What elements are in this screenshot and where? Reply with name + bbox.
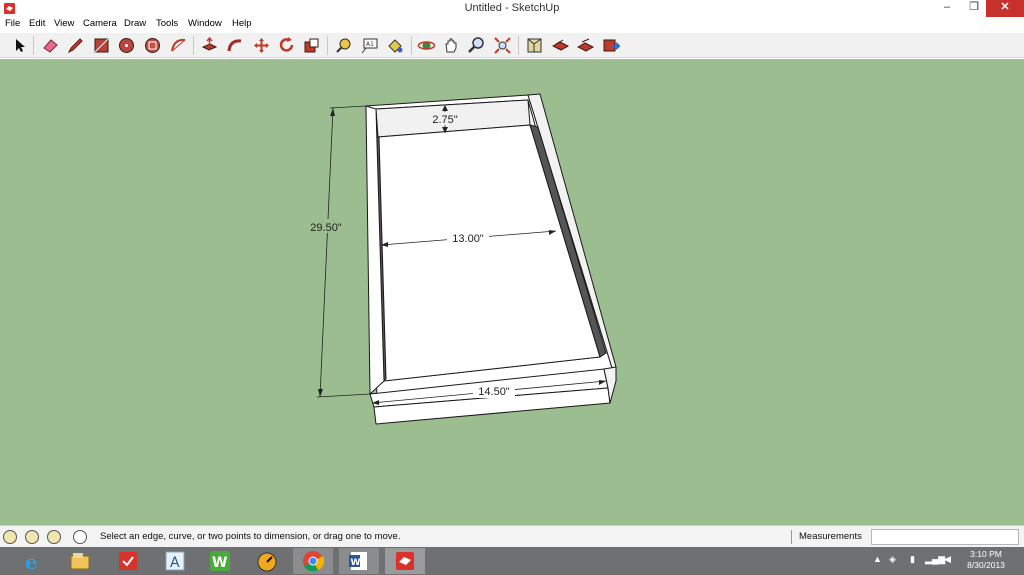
- measurements-input[interactable]: [871, 529, 1019, 545]
- svg-text:W: W: [212, 555, 227, 571]
- components-icon[interactable]: [525, 36, 544, 55]
- chrome-icon[interactable]: [293, 548, 333, 574]
- tray-app-icon[interactable]: ◈: [889, 554, 896, 565]
- toolbar-separator: [193, 36, 194, 55]
- rectangle-icon[interactable]: [92, 36, 111, 55]
- toolbar-separator: [411, 36, 412, 55]
- menu-view[interactable]: View: [54, 18, 74, 29]
- signal-icon[interactable]: ▂▄▆: [925, 554, 945, 565]
- help-icon[interactable]: [73, 530, 87, 544]
- pan-icon[interactable]: [442, 36, 461, 55]
- credits-icon[interactable]: [25, 530, 39, 544]
- restore-button[interactable]: ❐: [963, 0, 985, 17]
- tray-model-drawing: 29.50" 2.75" 13.00" 14.50": [306, 93, 617, 425]
- model-viewport[interactable]: 29.50" 2.75" 13.00" 14.50": [0, 59, 1024, 525]
- svg-text:A1: A1: [366, 41, 374, 48]
- select-tool-icon[interactable]: [10, 36, 29, 55]
- push-pull-icon[interactable]: [200, 36, 219, 55]
- dimension-arrow: [318, 389, 323, 397]
- word-icon[interactable]: W: [339, 548, 379, 574]
- zoom-icon[interactable]: [467, 36, 486, 55]
- wunderlist-icon[interactable]: W: [200, 548, 240, 574]
- menu-bar: File Edit View Camera Draw Tools Window …: [0, 17, 1024, 33]
- eraser-icon[interactable]: [41, 36, 60, 55]
- menu-draw[interactable]: Draw: [124, 18, 146, 29]
- clock-time: 3:10 PM: [970, 549, 1002, 559]
- close-button[interactable]: ✕: [986, 0, 1024, 17]
- menu-camera[interactable]: Camera: [83, 18, 117, 29]
- status-separator: [791, 530, 792, 544]
- measurements-label: Measurements: [799, 531, 862, 542]
- speed-dial-icon[interactable]: [247, 548, 287, 574]
- geo-location-icon[interactable]: [3, 530, 17, 544]
- extension-line: [329, 105, 367, 109]
- dimension-label-inner-width[interactable]: 13.00": [452, 233, 484, 245]
- dimension-label-thickness[interactable]: 2.75": [432, 114, 457, 126]
- toolbar-separator: [33, 36, 34, 55]
- orbit-icon[interactable]: [417, 36, 436, 55]
- battery-icon[interactable]: ▮: [910, 554, 915, 565]
- minimize-button[interactable]: –: [936, 0, 958, 17]
- show-hidden-icons-icon[interactable]: ▲: [873, 554, 882, 564]
- rotate-icon[interactable]: [277, 36, 296, 55]
- status-hint: Select an edge, curve, or two points to …: [100, 531, 401, 542]
- todoist-icon[interactable]: [108, 548, 148, 574]
- volume-icon[interactable]: ◀: [944, 554, 951, 565]
- extension-line: [316, 393, 371, 398]
- tape-measure-icon[interactable]: [335, 36, 354, 55]
- follow-me-icon[interactable]: [226, 36, 245, 55]
- clock-date: 8/30/2013: [967, 560, 1005, 570]
- arc-icon[interactable]: [169, 36, 188, 55]
- scale-icon[interactable]: [302, 36, 321, 55]
- menu-window[interactable]: Window: [188, 18, 222, 29]
- send-to-layout-icon[interactable]: [602, 36, 621, 55]
- dimension-arrow: [330, 108, 335, 116]
- svg-text:W: W: [351, 558, 361, 568]
- toolbar-separator: [327, 36, 328, 55]
- toolbar-separator: [518, 36, 519, 55]
- windows-taskbar: e A W W ▲ ◈ ▮ ▂▄▆ ◀ 3:10 PM 8/30/2013: [0, 547, 1024, 575]
- license-icon[interactable]: [47, 530, 61, 544]
- title-bar: Untitled - SketchUp – ❐ ✕: [0, 0, 1024, 17]
- dimension-label-height[interactable]: 29.50": [310, 222, 342, 234]
- get-models-icon[interactable]: [551, 36, 570, 55]
- paint-bucket-icon[interactable]: [386, 36, 405, 55]
- dimension-line-height: [319, 107, 334, 398]
- autodesk-icon[interactable]: A: [155, 548, 195, 574]
- menu-help[interactable]: Help: [232, 18, 252, 29]
- zoom-extents-icon[interactable]: [493, 36, 512, 55]
- toolbar: A1: [0, 33, 1024, 58]
- sketchup-taskbar-icon[interactable]: [385, 548, 425, 574]
- tray-inner-floor: [377, 124, 601, 382]
- dimension-label-outer-width[interactable]: 14.50": [478, 386, 510, 398]
- polygon-icon[interactable]: [143, 36, 162, 55]
- sketchup-window: Untitled - SketchUp – ❐ ✕ File Edit View…: [0, 0, 1024, 575]
- file-explorer-icon[interactable]: [60, 548, 100, 574]
- internet-explorer-icon[interactable]: e: [14, 548, 54, 574]
- menu-file[interactable]: File: [5, 18, 20, 29]
- system-clock[interactable]: 3:10 PM 8/30/2013: [956, 549, 1016, 571]
- window-title: Untitled - SketchUp: [464, 2, 560, 14]
- move-icon[interactable]: [252, 36, 271, 55]
- status-bar: Select an edge, curve, or two points to …: [0, 525, 1024, 547]
- text-label-icon[interactable]: A1: [360, 36, 379, 55]
- menu-tools[interactable]: Tools: [156, 18, 178, 29]
- svg-text:e: e: [25, 550, 38, 572]
- svg-text:A: A: [170, 555, 180, 571]
- share-model-icon[interactable]: [576, 36, 595, 55]
- menu-edit[interactable]: Edit: [29, 18, 45, 29]
- pencil-icon[interactable]: [66, 36, 85, 55]
- circle-icon[interactable]: [117, 36, 136, 55]
